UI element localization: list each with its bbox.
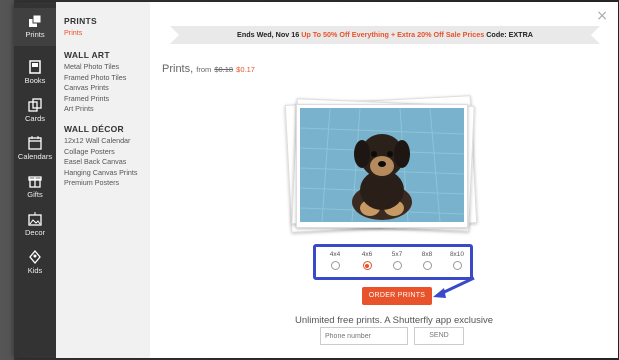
size-option[interactable]: 5x7 [382,251,412,270]
category-link[interactable]: 12x12 Wall Calendar [64,136,138,147]
size-label: 5x7 [391,251,403,258]
category-link[interactable]: Easel Back Canvas [64,157,138,168]
category-link[interactable]: Hanging Canvas Prints [64,168,138,179]
promo-date: Ends Wed, Nov 16 [237,30,300,39]
rail-item-cards[interactable]: Cards [14,92,56,130]
size-label: 4x6 [361,251,373,258]
size-radio[interactable] [422,261,432,270]
size-option[interactable]: 4x4 [320,251,350,270]
backdrop-edge [0,0,14,360]
size-label: 8x10 [449,251,465,258]
category-link[interactable]: Framed Prints [64,94,126,105]
category-link[interactable]: Framed Photo Tiles [64,73,126,84]
kids-icon [29,250,41,264]
close-icon[interactable]: × [596,8,608,24]
calendars-icon [28,136,42,150]
rail-label: Prints [25,30,45,39]
category-link[interactable]: Premium Posters [64,178,138,189]
size-option[interactable]: 4x6 [352,251,382,270]
product-modal: Prints Books Cards Calendars Gifts Decor… [14,2,618,358]
rail-label: Decor [24,228,45,237]
rail-item-calendars[interactable]: Calendars [14,130,56,168]
category-link[interactable]: Collage Posters [64,147,138,158]
promo-code: Code: EXTRA [486,30,533,39]
category-group-wall-decor: WALL DÉCOR 12x12 Wall Calendar Collage P… [64,124,138,189]
books-icon [29,60,41,74]
rail-item-prints[interactable]: Prints [14,8,56,46]
product-panel: × Ends Wed, Nov 16 Up To 50% Off Everyth… [150,2,618,358]
size-label: 4x4 [329,251,341,258]
product-title: Prints, from $0.18 $0.17 [162,63,255,75]
size-radio[interactable] [392,261,402,270]
rail-item-kids[interactable]: Kids [14,244,56,282]
current-price: $0.17 [236,65,255,74]
annotation-arrow-icon [433,276,475,298]
rail-label: Kids [27,266,43,275]
category-rail: Prints Books Cards Calendars Gifts Decor… [14,2,56,358]
phone-number-input[interactable] [320,327,408,345]
size-option[interactable]: 8x8 [412,251,442,270]
free-prints-text: Unlimited free prints. A Shutterfly app … [295,315,494,326]
category-menu: PRINTS Prints WALL ART Metal Photo Tiles… [56,2,150,358]
size-option[interactable]: 8x10 [442,251,472,270]
rail-item-books[interactable]: Books [14,54,56,92]
puppy-photo [300,108,464,222]
rail-item-decor[interactable]: Decor [14,206,56,244]
size-radio[interactable] [330,261,340,270]
cards-icon [28,98,42,112]
print-preview [284,95,484,238]
rail-label: Books [24,76,46,85]
category-link[interactable]: Canvas Prints [64,83,126,94]
decor-icon [28,212,42,226]
rail-item-gifts[interactable]: Gifts [14,168,56,206]
order-prints-button[interactable]: ORDER PRINTS [362,287,432,305]
category-group-prints: PRINTS Prints [64,16,97,39]
category-group-wall-art: WALL ART Metal Photo Tiles Framed Photo … [64,50,126,115]
category-link-prints[interactable]: Prints [64,28,97,39]
rail-label: Gifts [27,190,43,199]
from-label: from [196,65,212,74]
promo-banner: Ends Wed, Nov 16 Up To 50% Off Everythin… [170,26,600,44]
category-link[interactable]: Art Prints [64,104,126,115]
send-button[interactable]: SEND [414,327,464,345]
category-heading: WALL ART [64,50,110,60]
category-link[interactable]: Metal Photo Tiles [64,62,126,73]
gifts-icon [28,176,42,188]
size-radio-selected[interactable] [362,261,372,270]
category-heading: PRINTS [64,16,97,26]
size-radio[interactable] [452,261,462,270]
product-name: Prints, [162,63,194,75]
promo-sale: Up To 50% Off Everything + Extra 20% Off… [301,30,485,39]
rail-label: Calendars [17,152,53,161]
old-price: $0.18 [214,65,234,74]
size-label: 8x8 [421,251,433,258]
prints-icon [29,14,42,27]
rail-label: Cards [24,114,45,123]
category-heading: WALL DÉCOR [64,124,124,134]
